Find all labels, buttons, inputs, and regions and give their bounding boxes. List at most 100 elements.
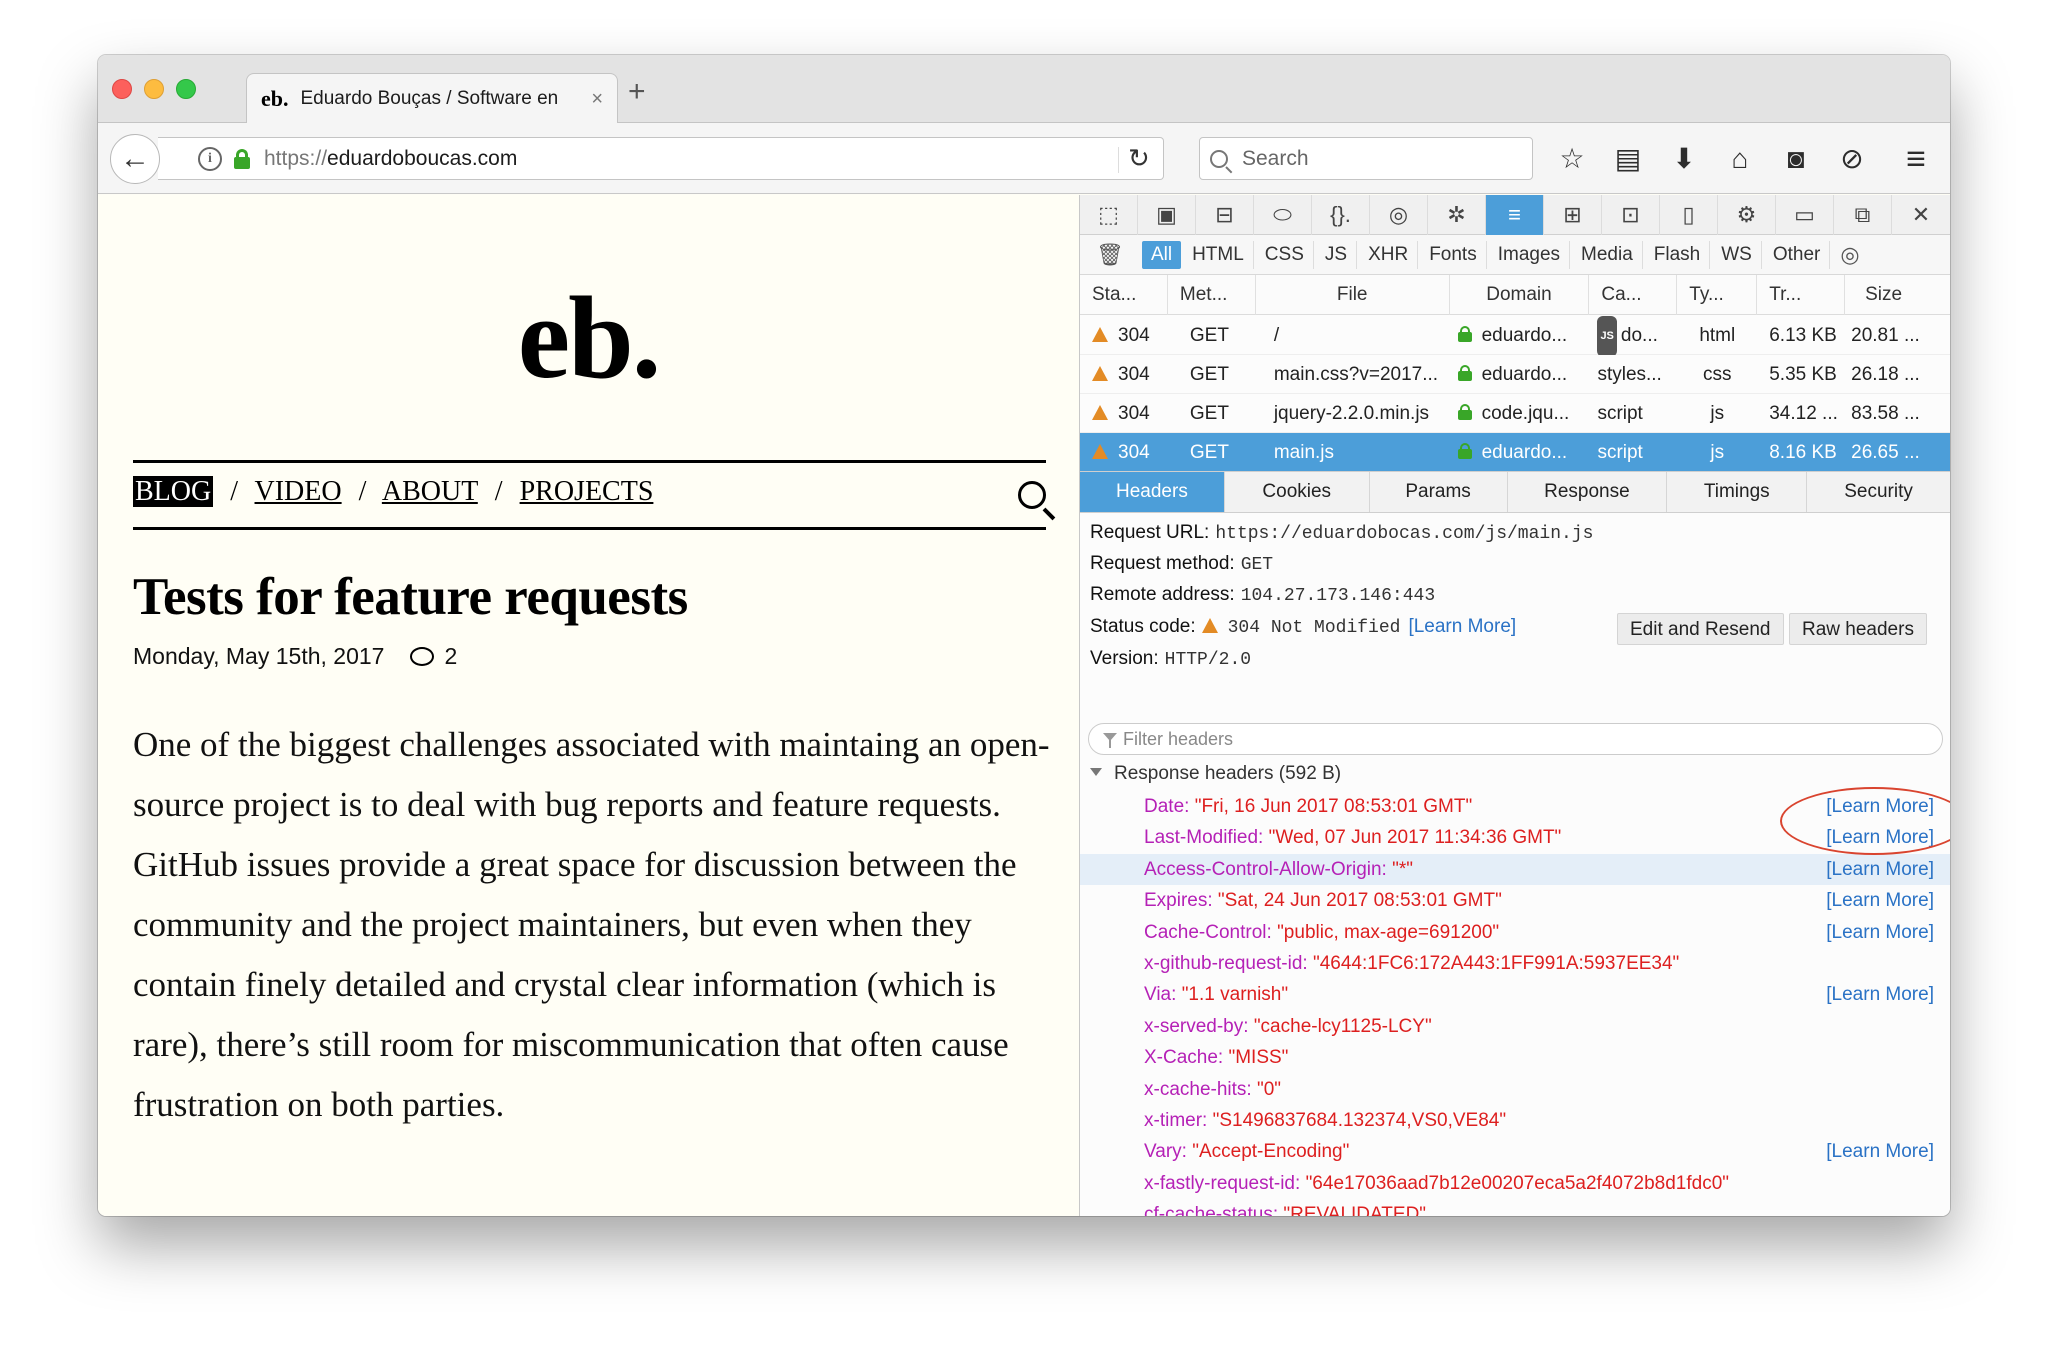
network-tab-icon[interactable]: ≡ [1486, 195, 1544, 235]
response-headers-toggle[interactable]: Response headers (592 B) [1090, 763, 1341, 785]
style-editor-tab-icon[interactable]: ◎ [1370, 195, 1428, 235]
new-tab-button[interactable]: + [628, 77, 646, 107]
filter-ws-button[interactable]: WS [1712, 240, 1762, 269]
bookmark-star-icon[interactable]: ☆ [1554, 141, 1590, 177]
column-size[interactable]: Size [1845, 275, 1950, 315]
performance-analysis-icon[interactable]: ◎ [1840, 242, 1859, 268]
reading-list-icon[interactable]: ▤ [1610, 141, 1646, 177]
filter-fonts-button[interactable]: Fonts [1420, 240, 1487, 269]
pick-element-icon[interactable]: ⬚ [1080, 195, 1138, 235]
request-row[interactable]: 304 GET / eduardo... JS do... html 6.13 K… [1080, 316, 1950, 355]
learn-more-link[interactable]: [Learn More] [1826, 1136, 1934, 1167]
search-bar[interactable]: Search [1199, 137, 1533, 180]
filter-xhr-button[interactable]: XHR [1359, 240, 1419, 269]
pocket-icon[interactable]: ◙ [1778, 141, 1814, 177]
reload-icon[interactable]: ↻ [1128, 143, 1150, 174]
maximize-window-button[interactable] [176, 79, 196, 99]
raw-headers-button[interactable]: Raw headers [1789, 613, 1927, 645]
filter-all-button[interactable]: All [1141, 240, 1182, 269]
url-bar[interactable]: i https://eduardoboucas.com [158, 137, 1164, 180]
edit-and-resend-button[interactable]: Edit and Resend [1617, 613, 1784, 645]
tab-headers[interactable]: Headers [1080, 472, 1225, 512]
downloads-icon[interactable]: ⬇ [1666, 141, 1702, 177]
filter-css-button[interactable]: CSS [1256, 240, 1314, 269]
nav-blog-link[interactable]: BLOG [133, 476, 214, 507]
console-tab-icon[interactable]: ⊟ [1196, 195, 1254, 235]
column-method[interactable]: Met... [1168, 275, 1256, 315]
hamburger-menu-icon[interactable]: ≡ [1898, 141, 1934, 177]
response-header-row[interactable]: cf-cache-status: "REVALIDATED" [1080, 1199, 1950, 1216]
learn-more-link[interactable]: [Learn More] [1826, 854, 1934, 885]
response-header-row[interactable]: Expires: "Sat, 24 Jun 2017 08:53:01 GMT"… [1080, 885, 1950, 916]
column-status[interactable]: Sta... [1080, 275, 1168, 315]
response-header-row[interactable]: Access-Control-Allow-Origin: "*" [Learn M… [1080, 853, 1950, 885]
tab-cookies[interactable]: Cookies [1225, 472, 1370, 512]
filter-funnel-icon [1103, 733, 1117, 748]
close-window-button[interactable] [112, 79, 132, 99]
back-button[interactable]: ← [110, 134, 160, 184]
browser-window: eb. Eduardo Bouças / Software en × + i h… [98, 55, 1950, 1216]
response-header-row[interactable]: Cache-Control: "public, max-age=691200" [… [1080, 917, 1950, 948]
response-header-row[interactable]: Via: "1.1 varnish" [Learn More] [1080, 979, 1950, 1010]
dock-icon[interactable]: ▭ [1776, 195, 1834, 235]
minimize-window-button[interactable] [144, 79, 164, 99]
learn-more-link[interactable]: [Learn More] [1826, 885, 1934, 916]
filter-headers-input[interactable]: Filter headers [1088, 723, 1943, 755]
response-header-row[interactable]: Vary: "Accept-Encoding" [Learn More] [1080, 1136, 1950, 1167]
debugger-tab-icon[interactable]: {}. [1312, 195, 1370, 235]
inspector-tab-icon[interactable]: ⬭ [1254, 195, 1312, 235]
close-tab-icon[interactable]: × [591, 88, 603, 111]
comment-icon[interactable] [410, 647, 435, 666]
clear-trash-icon[interactable]: 🗑 [1096, 242, 1124, 268]
browser-tab[interactable]: eb. Eduardo Bouças / Software en × [246, 73, 618, 124]
column-cause[interactable]: Ca... [1589, 275, 1678, 315]
response-header-row[interactable]: x-cache-hits: "0" [1080, 1074, 1950, 1105]
column-transferred[interactable]: Tr... [1757, 275, 1846, 315]
url-text[interactable]: https://eduardoboucas.com [264, 147, 517, 171]
storage-tab-icon[interactable]: ⊞ [1544, 195, 1602, 235]
tab-params[interactable]: Params [1370, 472, 1508, 512]
filter-flash-button[interactable]: Flash [1645, 240, 1711, 269]
site-info-icon[interactable]: i [198, 146, 222, 171]
learn-more-link[interactable]: [Learn More] [1826, 917, 1934, 948]
header-value: "cache-lcy1125-LCY" [1253, 1015, 1432, 1037]
tab-timings[interactable]: Timings [1667, 472, 1808, 512]
column-type[interactable]: Ty... [1677, 275, 1758, 315]
tab-response[interactable]: Response [1508, 472, 1668, 512]
extension-icon[interactable]: ⊘ [1834, 141, 1870, 177]
device-icon[interactable]: ▯ [1660, 195, 1718, 235]
request-url-row: Request URL: https://eduardobocas.com/js/… [1090, 522, 1594, 544]
response-header-row[interactable]: X-Cache: "MISS" [1080, 1042, 1950, 1073]
filter-images-button[interactable]: Images [1489, 240, 1571, 269]
filter-media-button[interactable]: Media [1572, 240, 1643, 269]
response-header-row[interactable]: x-served-by: "cache-lcy1125-LCY" [1080, 1011, 1950, 1042]
scratchpad-icon[interactable]: ⊡ [1602, 195, 1660, 235]
responsive-mode-icon[interactable]: ▣ [1138, 195, 1196, 235]
filter-js-button[interactable]: JS [1316, 240, 1358, 269]
site-search-icon[interactable] [1018, 481, 1046, 509]
tab-security[interactable]: Security [1807, 472, 1950, 512]
request-row-selected[interactable]: 304 GET main.js eduardo... script js 8.1… [1080, 433, 1950, 472]
nav-video-link[interactable]: VIDEO [255, 476, 342, 507]
response-header-row[interactable]: x-fastly-request-id: "64e17036aad7b12e00… [1080, 1168, 1950, 1199]
navigation-bar: i https://eduardoboucas.com ← ↻ Search ☆… [98, 123, 1950, 194]
home-icon[interactable]: ⌂ [1722, 141, 1758, 177]
response-header-row[interactable]: x-github-request-id: "4644:1FC6:172A443:… [1080, 948, 1950, 979]
filter-other-button[interactable]: Other [1764, 240, 1831, 269]
performance-tab-icon[interactable]: ✲ [1428, 195, 1486, 235]
learn-more-link[interactable]: [Learn More] [1408, 616, 1516, 637]
response-header-row[interactable]: x-timer: "S1496837684.132374,VS0,VE84" [1080, 1105, 1950, 1136]
column-file[interactable]: File [1256, 275, 1450, 315]
request-row[interactable]: 304 GET main.css?v=2017... eduardo... st… [1080, 355, 1950, 394]
request-row[interactable]: 304 GET jquery-2.2.0.min.js code.jqu... … [1080, 394, 1950, 433]
site-logo[interactable]: eb. [98, 270, 1079, 406]
undock-icon[interactable]: ⧉ [1834, 195, 1892, 235]
column-domain[interactable]: Domain [1450, 275, 1590, 315]
settings-gear-icon[interactable]: ⚙ [1718, 195, 1776, 235]
comment-count[interactable]: 2 [444, 643, 457, 670]
nav-projects-link[interactable]: PROJECTS [520, 476, 654, 507]
nav-about-link[interactable]: ABOUT [382, 476, 478, 507]
filter-html-button[interactable]: HTML [1183, 240, 1254, 269]
close-devtools-icon[interactable]: ✕ [1892, 195, 1950, 235]
learn-more-link[interactable]: [Learn More] [1826, 979, 1934, 1010]
